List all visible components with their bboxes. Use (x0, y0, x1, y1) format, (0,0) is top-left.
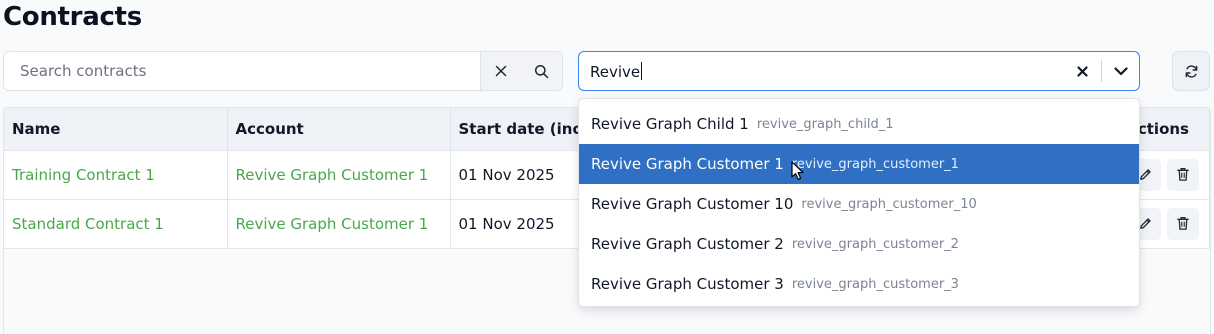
column-header-name[interactable]: Name (4, 108, 228, 151)
contract-name-link[interactable]: Training Contract 1 (4, 150, 228, 200)
refresh-icon (1185, 64, 1197, 78)
search-box (3, 51, 563, 91)
dropdown-option[interactable]: Revive Graph Customer 2 revive_graph_cust… (579, 224, 1139, 264)
chevron-down-icon (1113, 66, 1128, 75)
option-label: Revive Graph Customer 3 (591, 275, 784, 293)
option-code: revive_graph_customer_2 (791, 236, 959, 252)
start-date-cell: 01 Nov 2025 (450, 150, 581, 200)
search-icon (535, 64, 549, 78)
option-label: Revive Graph Customer 10 (591, 195, 794, 213)
option-code: revive_graph_customer_1 (791, 156, 959, 172)
account-filter-value: Revive (590, 62, 641, 81)
search-clear-button[interactable] (481, 52, 522, 90)
account-filter-toggle-button[interactable] (1102, 52, 1139, 90)
start-date-cell: 01 Nov 2025 (450, 199, 581, 249)
dropdown-option[interactable]: Revive Graph Customer 10 revive_graph_cus… (579, 184, 1139, 224)
trash-icon (1177, 217, 1189, 230)
account-filter-input[interactable]: Revive (579, 61, 1063, 81)
delete-button[interactable] (1167, 207, 1199, 240)
dropdown-option[interactable]: Revive Graph Child 1 revive_graph_child_1 (579, 104, 1139, 144)
mouse-pointer-icon (791, 161, 804, 180)
page-title: Contracts (3, 2, 142, 32)
trash-icon (1177, 168, 1189, 181)
option-code: revive_graph_customer_3 (791, 276, 959, 292)
option-label: Revive Graph Customer 1 (591, 155, 784, 173)
column-header-start-date[interactable]: Start date (incl (450, 108, 581, 151)
refresh-button[interactable] (1172, 51, 1210, 91)
account-link[interactable]: Revive Graph Customer 1 (227, 199, 451, 249)
dropdown-option-highlighted[interactable]: Revive Graph Customer 1 revive_graph_cust… (579, 144, 1139, 184)
option-code: revive_graph_customer_10 (801, 196, 977, 212)
search-button[interactable] (522, 52, 563, 90)
account-filter-select[interactable]: Revive (578, 51, 1140, 91)
contract-name-link[interactable]: Standard Contract 1 (4, 199, 228, 249)
search-input[interactable] (4, 52, 480, 90)
delete-button[interactable] (1167, 158, 1199, 191)
close-icon (496, 65, 507, 77)
option-label: Revive Graph Customer 2 (591, 235, 784, 253)
column-header-account[interactable]: Account (227, 108, 451, 151)
close-icon (1076, 65, 1088, 77)
account-filter-clear-button[interactable] (1063, 52, 1101, 90)
account-dropdown-menu: Revive Graph Child 1 revive_graph_child_1… (578, 98, 1140, 307)
search-buttons (480, 52, 562, 90)
option-code: revive_graph_child_1 (756, 116, 894, 132)
text-cursor (641, 61, 643, 80)
account-link[interactable]: Revive Graph Customer 1 (227, 150, 451, 200)
dropdown-option[interactable]: Revive Graph Customer 3 revive_graph_cust… (579, 264, 1139, 304)
option-label: Revive Graph Child 1 (591, 115, 749, 133)
